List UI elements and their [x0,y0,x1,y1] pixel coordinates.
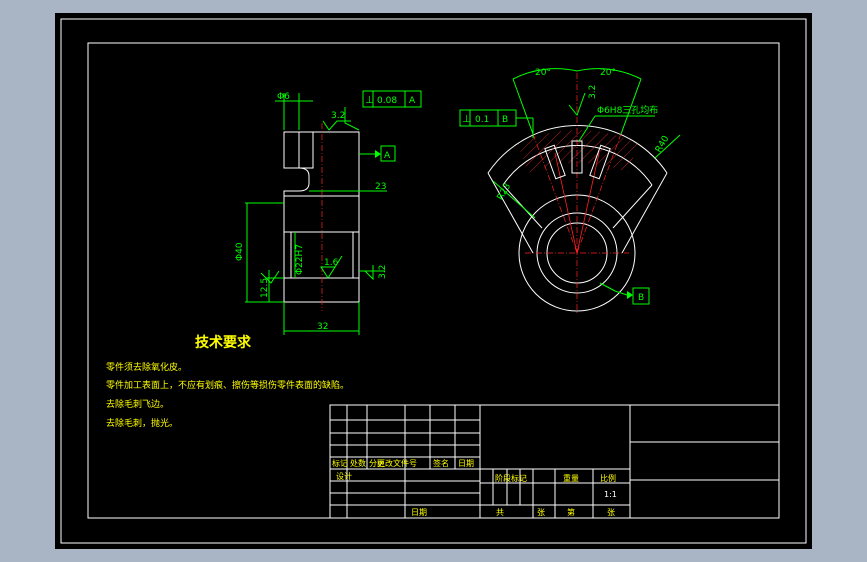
note-line-4: 去除毛刺，抛光。 [106,417,178,429]
front-section-view: Φ6 3.2 ⊥ 0.08 A A 23 Φ40 12.5 Φ22H7 1.6 … [235,90,422,335]
scale-label: 比例 [600,473,616,483]
rev-header-count: 处数 [350,458,366,468]
gdt-datum-a: A [409,96,416,106]
total-label: 共 [496,508,504,517]
rev-header-sign: 签名 [433,458,449,468]
rev-header-doc: 更改文件号 [377,458,417,468]
rev-header-mark: 标记 [332,458,348,468]
technical-requirements: 技术要求 零件须去除氧化皮。 零件加工表面上，不应有划痕、擦伤等损伤零件表面的缺… [106,334,349,429]
hole-note: Φ6H8三孔均布 [597,104,658,116]
gdt-value-a: 0.08 [377,96,397,106]
drawing-sheet: Φ6 3.2 ⊥ 0.08 A A 23 Φ40 12.5 Φ22H7 1.6 … [55,13,812,549]
sheet-unit: 张 [537,508,545,517]
datum-b: B [638,293,644,303]
note-line-2: 零件加工表面上，不应有划痕、擦伤等损伤零件表面的缺陷。 [106,379,349,391]
radius-outer: R40 [654,134,672,155]
angle-right: 20° [600,68,616,78]
scale-value: 1:1 [604,490,617,499]
dim-top-width: Φ6 [277,92,290,102]
inner-frame [87,42,780,519]
roughness-right: 3.2 [378,265,388,279]
title-block: 标记 处数 分区 更改文件号 签名 日期 设计 日期 阶段标记 重量 比例 1:… [329,404,780,519]
page-unit: 张 [607,508,615,517]
dim-base-width: 32 [317,322,328,332]
roughness-top: 3.2 [331,111,345,121]
side-view: 20° 20° 3.2 Φ6H8三孔均布 R23 R40 ⊥ 0.1 B B [459,68,681,313]
angle-left: 20° [535,68,551,78]
note-line-1: 零件须去除氧化皮。 [106,361,187,373]
notes-heading: 技术要求 [195,334,252,351]
cad-drawing: Φ6 3.2 ⊥ 0.08 A A 23 Φ40 12.5 Φ22H7 1.6 … [60,18,807,544]
gdt-value-b: 0.1 [475,115,489,125]
designer-label: 设计 [336,471,352,481]
rev-header-date: 日期 [458,459,474,468]
gdt-symbol-a: ⊥ [365,95,374,106]
roughness-side: 3.2 [588,85,598,99]
dim-bore: Φ22H7 [295,244,305,275]
gdt-symbol-b: ⊥ [462,114,471,125]
note-line-3: 去除毛刺飞边。 [106,398,169,410]
page-label: 第 [567,507,575,517]
stage-label: 阶段标记 [495,473,527,483]
weight-label: 重量 [563,473,579,483]
date-label: 日期 [411,508,427,517]
dim-slot: 23 [375,182,386,192]
radius-inner: R23 [496,182,514,202]
roughness-bore: 1.6 [324,258,339,268]
gdt-datum-b: B [502,115,508,125]
dim-height: Φ40 [235,242,245,261]
datum-a: A [384,151,391,161]
